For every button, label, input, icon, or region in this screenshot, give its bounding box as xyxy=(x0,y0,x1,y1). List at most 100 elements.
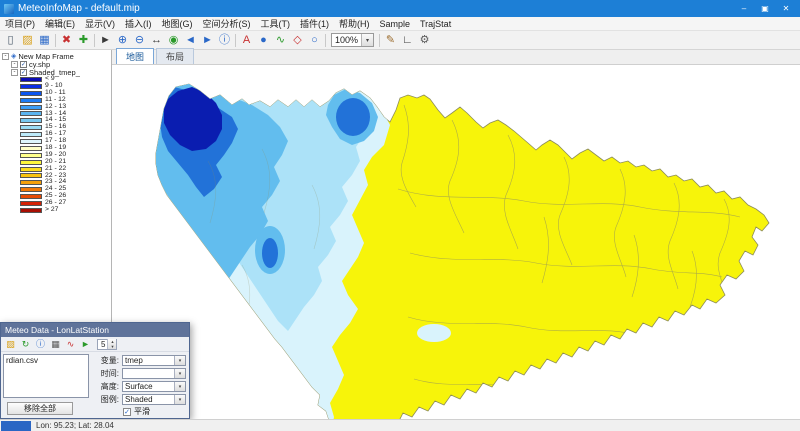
settings-gear-icon[interactable]: ⚙ xyxy=(416,32,433,48)
smooth-checkbox[interactable]: ✓ xyxy=(123,408,131,416)
legend-field-row: 图例: Shaded ▾ xyxy=(93,393,186,406)
toolbar-separator xyxy=(325,34,326,47)
close-button[interactable]: ✕ xyxy=(776,1,796,16)
toolbar-separator xyxy=(235,34,236,47)
legend-swatch xyxy=(20,201,42,206)
open-folder-icon[interactable]: ▨ xyxy=(19,32,36,48)
shade-band-4-patch xyxy=(336,98,370,136)
point-size-value: 5 xyxy=(101,340,105,349)
status-progress-segment xyxy=(1,421,31,431)
legend-swatch xyxy=(20,139,42,144)
legend-swatch xyxy=(20,132,42,137)
zoom-level-combobox[interactable]: 100% ▾ xyxy=(331,33,374,47)
menu-item-view[interactable]: 显示(V) xyxy=(80,17,120,30)
zoom-next-icon[interactable]: ► xyxy=(199,32,216,48)
identify-icon[interactable]: ⓘ xyxy=(216,32,233,48)
tree-node-map-frame[interactable]: - ◈ New Map Frame xyxy=(2,52,111,60)
menu-item-insert[interactable]: 插入(I) xyxy=(120,17,157,30)
toolbar-separator xyxy=(94,34,95,47)
minimize-button[interactable]: – xyxy=(734,1,754,16)
map-view[interactable] xyxy=(112,65,800,419)
add-text-icon[interactable]: A xyxy=(238,32,255,48)
dialog-body: rdian.csv 移除全部 变量: tmep ▾ 时间: ▾ xyxy=(1,352,189,418)
data-table-icon[interactable]: ▦ xyxy=(48,338,63,351)
time-combobox[interactable]: ▾ xyxy=(122,368,186,379)
tab-map[interactable]: 地图 xyxy=(116,48,154,64)
legend-type-combobox[interactable]: Shaded ▾ xyxy=(122,394,186,405)
map-canvas[interactable] xyxy=(112,65,800,419)
zoom-in-icon[interactable]: ⊕ xyxy=(114,32,131,48)
close-red-icon[interactable]: ✖ xyxy=(58,32,75,48)
window-title: MeteoInfoMap - default.mip xyxy=(18,3,734,14)
refresh-icon[interactable]: ↻ xyxy=(18,338,33,351)
draw-point-icon[interactable]: ● xyxy=(255,32,272,48)
expander-icon[interactable]: - xyxy=(11,61,18,68)
meteo-data-dialog[interactable]: Meteo Data - LonLatStation ▨ ↻ ⓘ ▦ ∿ ► 5… xyxy=(0,322,190,419)
chevron-down-icon[interactable]: ▾ xyxy=(174,395,185,404)
legend-swatch xyxy=(20,91,42,96)
data-file-list[interactable]: rdian.csv xyxy=(3,354,89,398)
legend-swatch xyxy=(20,125,42,130)
zoom-previous-icon[interactable]: ◄ xyxy=(182,32,199,48)
variable-value: tmep xyxy=(125,356,174,365)
spinner-down-icon[interactable]: ▾ xyxy=(108,344,116,349)
chevron-down-icon[interactable]: ▾ xyxy=(174,382,185,391)
draw-circle-icon[interactable]: ○ xyxy=(306,32,323,48)
chart-icon[interactable]: ∿ xyxy=(63,338,78,351)
chevron-down-icon[interactable]: ▾ xyxy=(174,356,185,365)
menu-item-trajstat[interactable]: TrajStat xyxy=(415,17,456,30)
legend-swatch xyxy=(20,153,42,158)
level-combobox[interactable]: Surface ▾ xyxy=(122,381,186,392)
maximize-button[interactable]: ▣ xyxy=(755,1,775,16)
tab-layout[interactable]: 布局 xyxy=(156,48,194,64)
data-file-item[interactable]: rdian.csv xyxy=(4,355,88,366)
dialog-toolbar: ▨ ↻ ⓘ ▦ ∿ ► 5 ▴ ▾ xyxy=(1,337,189,352)
draw-map-icon[interactable]: ► xyxy=(78,338,93,351)
variable-field-row: 变量: tmep ▾ xyxy=(93,354,186,367)
open-file-icon[interactable]: ▨ xyxy=(3,338,18,351)
menu-item-map[interactable]: 地图(G) xyxy=(157,17,198,30)
menu-item-sample[interactable]: Sample xyxy=(375,17,416,30)
measure-icon[interactable]: ∟ xyxy=(399,32,416,48)
edit-pencil-icon[interactable]: ✎ xyxy=(382,32,399,48)
menu-item-edit[interactable]: 编辑(E) xyxy=(40,17,80,30)
layer-visibility-checkbox[interactable]: ✓ xyxy=(20,69,27,76)
menu-item-spatial-analysis[interactable]: 空间分析(S) xyxy=(198,17,256,30)
expander-icon[interactable]: - xyxy=(2,53,9,60)
time-label: 时间: xyxy=(93,368,119,379)
legend-swatch xyxy=(20,111,42,116)
menu-item-tools[interactable]: 工具(T) xyxy=(256,17,296,30)
legend-swatch xyxy=(20,84,42,89)
add-layer-icon[interactable]: ✚ xyxy=(75,32,92,48)
remove-all-button[interactable]: 移除全部 xyxy=(7,402,73,415)
toolbar-separator xyxy=(379,34,380,47)
layer-visibility-checkbox[interactable]: ✓ xyxy=(20,61,27,68)
dialog-fields: 变量: tmep ▾ 时间: ▾ 高度: Surface xyxy=(93,354,186,417)
menu-item-plugins[interactable]: 插件(1) xyxy=(295,17,334,30)
point-size-spinner[interactable]: 5 ▴ ▾ xyxy=(97,339,117,350)
menu-item-project[interactable]: 项目(P) xyxy=(0,17,40,30)
draw-polygon-icon[interactable]: ◇ xyxy=(289,32,306,48)
level-label: 高度: xyxy=(93,381,119,392)
pan-icon[interactable]: ↔ xyxy=(148,32,165,48)
chevron-down-icon[interactable]: ▾ xyxy=(174,369,185,378)
info-icon[interactable]: ⓘ xyxy=(33,338,48,351)
chevron-down-icon[interactable]: ▾ xyxy=(361,34,373,46)
legend-swatch xyxy=(20,118,42,123)
dialog-title-bar[interactable]: Meteo Data - LonLatStation xyxy=(1,323,189,337)
save-icon[interactable]: ▦ xyxy=(36,32,53,48)
select-arrow-icon[interactable]: ► xyxy=(97,32,114,48)
legend-item[interactable]: > 27 xyxy=(2,207,111,214)
spinner-buttons[interactable]: ▴ ▾ xyxy=(107,339,116,349)
expander-icon[interactable]: - xyxy=(11,69,18,76)
menu-item-help[interactable]: 帮助(H) xyxy=(334,17,375,30)
full-extent-icon[interactable]: ◉ xyxy=(165,32,182,48)
new-document-icon[interactable]: ▯ xyxy=(2,32,19,48)
tree-node-layer-shaded[interactable]: - ✓ Shaded_tmep_ xyxy=(2,68,111,76)
draw-polyline-icon[interactable]: ∿ xyxy=(272,32,289,48)
legend-swatch xyxy=(20,208,42,213)
zoom-out-icon[interactable]: ⊖ xyxy=(131,32,148,48)
legend-swatch xyxy=(20,167,42,172)
legend-swatch xyxy=(20,194,42,199)
variable-combobox[interactable]: tmep ▾ xyxy=(122,355,186,366)
